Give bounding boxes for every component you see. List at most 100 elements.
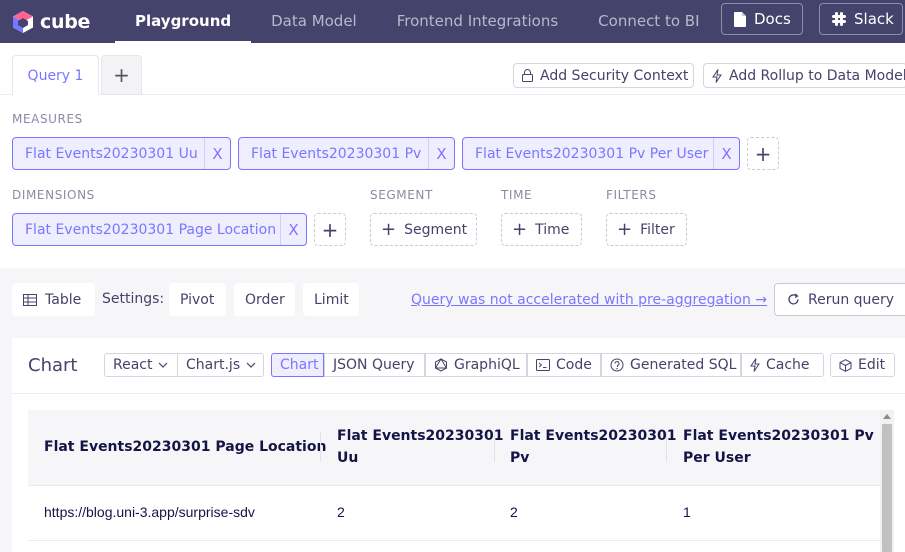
terminal-icon <box>536 359 550 371</box>
plus-icon: + <box>512 219 528 240</box>
measure-pill-label: Flat Events20230301 Pv <box>251 145 422 162</box>
query-panel: Query 1 + Add Security Context Add Rollu… <box>0 43 905 268</box>
table-cell-pv-per-user: 1 <box>683 504 691 520</box>
chevron-down-icon <box>158 362 168 368</box>
add-security-context-label: Add Security Context <box>540 67 689 84</box>
dimension-pill-label: Flat Events20230301 Page Location <box>25 221 277 238</box>
divider <box>12 393 905 394</box>
framework-select-label: React <box>113 357 153 373</box>
remove-dimension-button[interactable]: X <box>280 214 306 245</box>
table-cell-page-location: https://blog.uni-3.app/surprise-sdv <box>44 504 255 520</box>
column-header-page-location[interactable]: Flat Events20230301 Page Location <box>44 436 326 458</box>
slack-button[interactable]: Slack <box>819 3 903 35</box>
column-header-line: Flat Events20230301 Pv <box>683 428 874 444</box>
nav-playground[interactable]: Playground <box>115 0 252 43</box>
measure-pill-pv[interactable]: Flat Events20230301 Pv X <box>238 137 455 170</box>
add-filter-button[interactable]: + Filter <box>606 213 687 246</box>
lock-icon <box>522 69 533 82</box>
settings-row: Table Settings: Pivot Order Limit Query … <box>0 268 905 338</box>
edit-button[interactable]: Edit <box>830 353 895 377</box>
tab-generated-sql[interactable]: Generated SQL <box>601 353 741 377</box>
rerun-query-label: Rerun query <box>808 291 895 308</box>
chart-library-select-label: Chart.js <box>186 357 241 373</box>
nav-data-model[interactable]: Data Model <box>251 0 377 43</box>
tab-cache[interactable]: Cache <box>741 353 824 377</box>
remove-measure-uu-button[interactable]: X <box>204 138 230 169</box>
table-view-label: Table <box>45 291 82 308</box>
measure-pill-uu[interactable]: Flat Events20230301 Uu X <box>12 137 231 170</box>
edit-label: Edit <box>858 357 886 373</box>
chart-library-select[interactable]: Chart.js <box>177 353 264 377</box>
column-separator <box>494 432 495 462</box>
help-circle-icon <box>610 358 624 372</box>
logo-text: cube <box>40 10 91 33</box>
remove-measure-pv-button[interactable]: X <box>428 138 454 169</box>
top-nav: cube Playground Data Model Frontend Inte… <box>0 0 905 43</box>
column-header-pv[interactable]: Flat Events20230301 Pv <box>510 425 676 469</box>
table-cell-pv: 2 <box>510 504 518 520</box>
tab-graphiql[interactable]: GraphiQL <box>425 353 527 377</box>
measures-label: MEASURES <box>12 112 83 126</box>
filter-button-label: Filter <box>640 221 675 238</box>
lightning-icon <box>750 358 760 372</box>
measure-pill-label: Flat Events20230301 Uu <box>25 145 198 162</box>
cube-logo-icon <box>10 9 36 35</box>
plus-icon: + <box>617 219 633 240</box>
table-view-button[interactable]: Table <box>12 283 95 316</box>
docs-label: Docs <box>754 10 791 28</box>
slack-label: Slack <box>854 10 894 28</box>
tab-graphiql-label: GraphiQL <box>454 357 520 373</box>
column-header-uu[interactable]: Flat Events20230301 Uu <box>337 425 503 469</box>
tab-chart[interactable]: Chart <box>271 353 324 377</box>
framework-select[interactable]: React <box>104 353 178 377</box>
nav-connect-to-bi[interactable]: Connect to BI <box>578 0 719 43</box>
refresh-icon <box>787 293 800 306</box>
add-segment-button[interactable]: + Segment <box>370 213 477 246</box>
filters-label: FILTERS <box>606 188 657 202</box>
chart-panel: Chart React Chart.js Chart JSON Query Gr… <box>12 338 905 552</box>
chevron-down-icon <box>246 362 256 368</box>
query-tab-bar: Query 1 + Add Security Context Add Rollu… <box>0 43 905 96</box>
pivot-button[interactable]: Pivot <box>169 283 226 316</box>
dimension-pill-page-location[interactable]: Flat Events20230301 Page Location X <box>12 213 307 246</box>
segment-button-label: Segment <box>404 221 468 238</box>
plus-icon: + <box>381 219 397 240</box>
order-button[interactable]: Order <box>234 283 295 316</box>
add-query-tab-button[interactable]: + <box>101 55 142 95</box>
logo[interactable]: cube <box>10 9 115 35</box>
tab-code[interactable]: Code <box>527 353 601 377</box>
tab-generated-sql-label: Generated SQL <box>630 357 737 373</box>
time-button-label: Time <box>535 221 570 238</box>
add-measure-button[interactable]: + <box>747 137 779 170</box>
not-accelerated-link[interactable]: Query was not accelerated with pre-aggre… <box>411 292 767 308</box>
tab-cache-label: Cache <box>766 357 810 373</box>
time-label: TIME <box>501 188 533 202</box>
row-divider <box>28 540 880 541</box>
add-time-button[interactable]: + Time <box>501 213 582 246</box>
table-icon <box>23 293 37 306</box>
scroll-up-arrow-icon[interactable] <box>883 414 891 419</box>
remove-measure-pv-per-user-button[interactable]: X <box>713 138 739 169</box>
rerun-query-button[interactable]: Rerun query <box>774 283 905 316</box>
tab-query-1[interactable]: Query 1 <box>12 55 99 96</box>
nav-frontend-integrations[interactable]: Frontend Integrations <box>377 0 578 43</box>
column-header-line: Per User <box>683 450 751 466</box>
column-header-line: Flat Events20230301 <box>337 428 504 444</box>
scrollbar-thumb[interactable] <box>882 424 892 552</box>
results-table: Flat Events20230301 Page Location Flat E… <box>28 410 880 552</box>
column-header-line: Uu <box>337 450 359 466</box>
measure-pill-pv-per-user[interactable]: Flat Events20230301 Pv Per User X <box>462 137 740 170</box>
column-header-pv-per-user[interactable]: Flat Events20230301 Pv Per User <box>683 425 874 469</box>
tab-code-label: Code <box>556 357 592 373</box>
column-separator <box>320 432 321 462</box>
add-dimension-button[interactable]: + <box>314 213 346 246</box>
table-cell-uu: 2 <box>337 504 345 520</box>
docs-button[interactable]: Docs <box>721 3 803 35</box>
vertical-scrollbar[interactable] <box>880 410 894 552</box>
column-header-line: Pv <box>510 450 530 466</box>
add-rollup-button[interactable]: Add Rollup to Data Model <box>703 63 905 88</box>
tab-json-query[interactable]: JSON Query <box>324 353 425 377</box>
limit-button[interactable]: Limit <box>303 283 359 316</box>
add-security-context-button[interactable]: Add Security Context <box>513 63 694 88</box>
chart-title: Chart <box>28 355 78 376</box>
